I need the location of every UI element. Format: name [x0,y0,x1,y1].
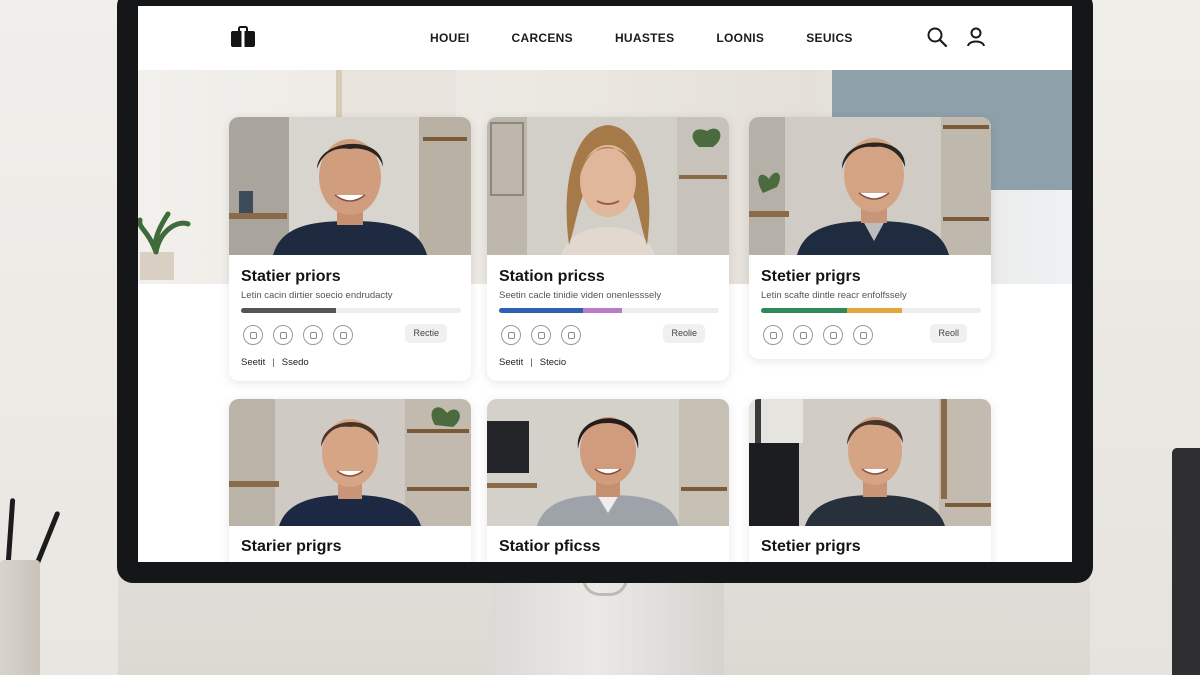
footer-separator: | [530,357,533,368]
bird-icon[interactable] [333,325,353,345]
card-title: Statior pficss [499,538,601,555]
progress-segment [499,308,583,313]
profile-photo [487,117,729,255]
card-subtitle: Seetin cacle tinidie viden onenlesssely [499,290,662,301]
nav-link-careers[interactable]: CARCENS [512,31,573,45]
card-footer: Seetit | Stecio [499,357,566,368]
card-title: Statier priors [241,268,341,285]
profile-photo [749,399,991,526]
footer-link[interactable]: Stecio [540,357,566,368]
card-title: Station pricss [499,268,605,285]
bird-icon[interactable] [853,325,873,345]
progress-segment [582,308,623,313]
profile-card[interactable]: Station pricss Seetin cacle tinidie vide… [487,117,729,381]
instagram-icon[interactable] [501,325,521,345]
camera-icon[interactable] [303,325,323,345]
profile-card[interactable]: Stetier prigrs Letin scafte dintle reacr… [749,117,991,359]
action-badge[interactable]: Reoll [930,324,967,343]
camera-icon[interactable] [793,325,813,345]
card-subtitle: Letin cacin dirtier soecio endrudacty [241,290,393,301]
profile-card[interactable]: Statier priors Letin cacin dirtier soeci… [229,117,471,381]
footer-link[interactable]: Seetit [241,357,265,368]
action-badge[interactable]: Rectie [405,324,447,343]
website-screen: HOUEI CARCENS HUASTES LOONIS SEUICS Stat… [138,6,1072,562]
profile-photo [229,117,471,255]
site-header: HOUEI CARCENS HUASTES LOONIS SEUICS [138,6,1072,70]
instagram-icon[interactable] [243,325,263,345]
footer-link[interactable]: Ssedo [282,357,309,368]
card-title: Stetier prigrs [761,538,861,555]
profile-card[interactable]: Statior pficss [487,399,729,562]
progress-bar [241,308,461,313]
nav-link-loonis[interactable]: LOONIS [716,31,764,45]
progress-bar [761,308,981,313]
profile-photo [229,399,471,526]
camera-icon[interactable] [561,325,581,345]
camera-icon[interactable] [273,325,293,345]
footer-separator: | [272,357,275,368]
nav-link-home[interactable]: HOUEI [430,31,470,45]
social-icons [501,325,591,345]
search-icon[interactable] [926,26,948,48]
camera-icon[interactable] [823,325,843,345]
social-icons [243,325,363,345]
briefcase-logo-icon[interactable] [230,26,256,48]
speaker [1172,448,1200,675]
card-footer: Seetit | Ssedo [241,357,309,368]
nav-link-hustles[interactable]: HUASTES [615,31,674,45]
main-nav: HOUEI CARCENS HUASTES LOONIS SEUICS [430,31,895,45]
profile-photo [487,399,729,526]
profile-card[interactable]: Starier prigrs [229,399,471,562]
progress-segment [241,308,336,313]
social-icons [763,325,883,345]
user-icon[interactable] [965,26,987,48]
footer-link[interactable]: Seetit [499,357,523,368]
profile-card[interactable]: Stetier prigrs [749,399,991,562]
nav-link-services[interactable]: SEUICS [806,31,852,45]
profile-photo [749,117,991,255]
card-title: Stetier prigrs [761,268,861,285]
progress-bar [499,308,719,313]
progress-segment [846,308,902,313]
pen-cup [0,560,40,675]
card-subtitle: Letin scafte dintle reacr enfolfssely [761,290,907,301]
card-title: Starier prigrs [241,538,342,555]
progress-segment [761,308,847,313]
camera-icon[interactable] [531,325,551,345]
action-badge[interactable]: Reolie [663,324,705,343]
instagram-icon[interactable] [763,325,783,345]
plant-image [138,211,191,280]
